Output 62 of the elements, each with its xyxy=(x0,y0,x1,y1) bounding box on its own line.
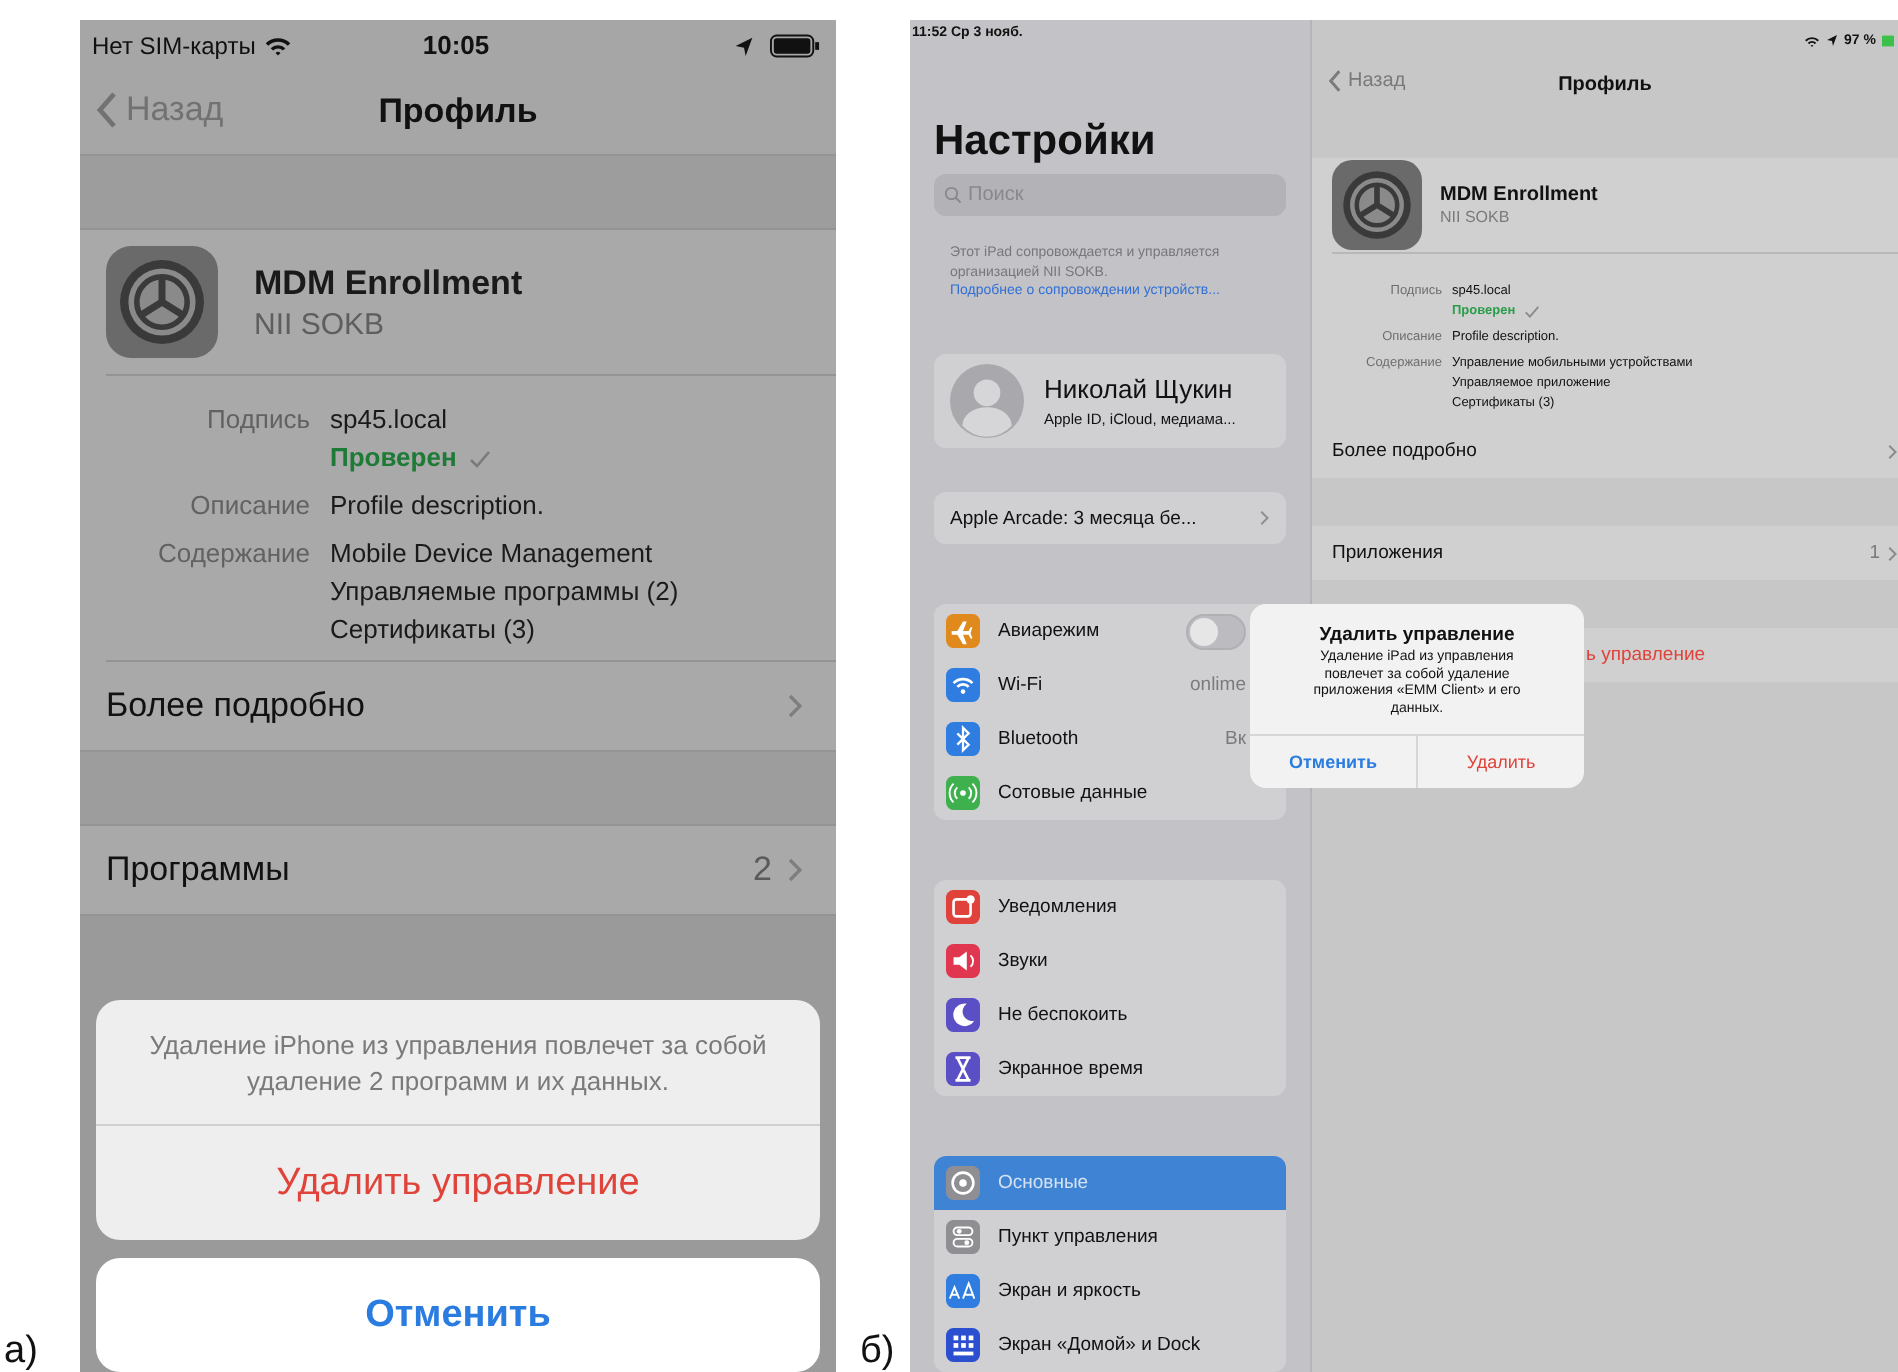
item-value: onlime xyxy=(1190,674,1246,696)
gear-icon xyxy=(106,246,218,358)
cancel-button[interactable]: Отменить xyxy=(96,1258,820,1372)
settings-item[interactable]: Уведомления xyxy=(934,880,1286,934)
checkmark-icon xyxy=(468,447,493,467)
item-value: Вк xyxy=(1225,728,1246,750)
verified-status: Проверен xyxy=(330,442,457,472)
checkmark-icon xyxy=(1523,304,1540,318)
gear-icon xyxy=(1332,160,1422,250)
chevron-right-icon xyxy=(1888,443,1898,459)
cancel-button[interactable]: Отменить xyxy=(1250,736,1418,788)
profile-organization: NII SOKB xyxy=(1440,208,1512,226)
toggle-switch[interactable] xyxy=(1186,613,1246,649)
location-arrow-icon xyxy=(734,35,754,55)
wifi-icon xyxy=(1804,33,1821,47)
screen-title: Профиль xyxy=(378,92,538,132)
search-icon xyxy=(944,186,962,205)
screen-title: Профиль xyxy=(1558,74,1652,96)
settings-item[interactable]: Авиарежим xyxy=(934,604,1286,658)
field-label: Описание xyxy=(188,490,310,520)
details-row[interactable]: Более подробно xyxy=(80,662,836,752)
action-sheet-message: Удаление iPhone из управления повлечет за собой удаление 2 программ и их данных. xyxy=(96,1000,820,1126)
chevron-right-icon xyxy=(1260,510,1270,527)
location-arrow-icon xyxy=(1826,34,1839,46)
chevron-left-icon xyxy=(1328,70,1342,92)
count-text: 2 xyxy=(753,850,772,890)
field-value: Mobile Device Management xyxy=(330,538,655,568)
profile-name: MDM Enrollment xyxy=(254,263,523,303)
figure-label: а) xyxy=(2,1332,40,1372)
settings-item[interactable]: Экранное время xyxy=(934,1042,1286,1096)
sidebar-title: Настройки xyxy=(934,118,1158,169)
promo-row[interactable]: Apple Arcade: 3 месяца бе... xyxy=(934,492,1286,544)
profile-name: MDM Enrollment xyxy=(1440,184,1598,206)
avatar-icon xyxy=(950,364,1024,439)
settings-item[interactable]: Звуки xyxy=(934,934,1286,988)
chevron-right-icon xyxy=(788,858,804,882)
wifi-icon xyxy=(263,34,292,56)
status-time: 10:05 xyxy=(422,30,490,60)
delete-button[interactable]: Удалить xyxy=(1418,736,1584,788)
figure-label: б) xyxy=(858,1332,897,1372)
count-text: 1 xyxy=(1869,542,1880,564)
settings-item[interactable]: Экран и яркость xyxy=(934,1264,1286,1318)
chevron-right-icon xyxy=(788,694,804,718)
settings-item[interactable]: Пункт управления xyxy=(934,1210,1286,1264)
apps-row[interactable]: Приложения 1 xyxy=(1312,526,1898,580)
remove-management-button[interactable]: Удалить управление xyxy=(96,1126,820,1240)
profile-organization: NII SOKB xyxy=(254,307,387,341)
field-value: Управляемые программы (2) xyxy=(330,576,679,606)
field-value: Profile description. xyxy=(330,490,544,520)
field-label: Подпись xyxy=(205,404,310,438)
settings-item[interactable]: Не беспокоить xyxy=(934,988,1286,1042)
alert-title: Удалить управление xyxy=(1317,624,1517,646)
carrier-text: Нет SIM-карты xyxy=(92,31,256,59)
field-value: sp45.local xyxy=(330,404,450,434)
chevron-right-icon xyxy=(1888,545,1898,561)
field-label: Содержание xyxy=(156,538,310,572)
settings-item[interactable]: Wi-Fi onlime xyxy=(934,658,1286,712)
programs-row[interactable]: Программы 2 xyxy=(80,826,836,916)
chevron-left-icon xyxy=(96,92,118,128)
account-name: Николай Щукин xyxy=(1044,374,1235,405)
field-value: Сертификаты (3) xyxy=(330,614,537,644)
settings-item[interactable]: Экран «Домой» и Dock xyxy=(934,1318,1286,1372)
